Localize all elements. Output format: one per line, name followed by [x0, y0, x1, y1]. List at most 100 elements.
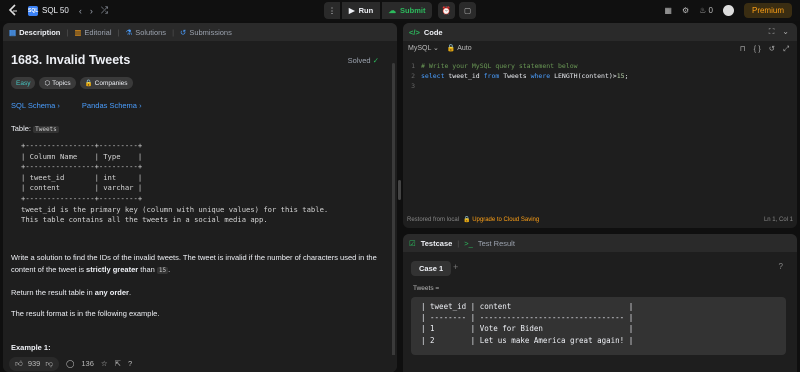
keyword: select [421, 72, 445, 80]
shuffle-icon[interactable]: ⤮ [101, 5, 108, 16]
scrollbar[interactable] [392, 63, 395, 372]
tab-description[interactable]: ▤ Description [9, 28, 60, 37]
bug-icon: ⋮ [328, 6, 336, 15]
leetcode-logo-icon[interactable] [6, 4, 20, 18]
example-heading: Example 1: [11, 342, 51, 352]
book-icon: ▥ [74, 27, 82, 37]
line-number: 2 [411, 72, 415, 80]
fullscreen-icon[interactable]: ⤢ [783, 44, 789, 54]
code-window-controls: ⛶ ⌄ [769, 27, 789, 37]
number-literal: 15 [616, 72, 625, 80]
help-icon[interactable]: ? [128, 359, 132, 368]
tab-editorial[interactable]: ▥ Editorial [74, 28, 111, 37]
layout-grid-icon[interactable]: ▦ [664, 6, 672, 15]
language-select[interactable]: MySQL ⌄ [408, 44, 439, 52]
streak-counter[interactable]: ♨ 0 [699, 6, 713, 15]
tab-divider: | [172, 27, 175, 37]
next-problem-icon[interactable]: › [90, 6, 93, 16]
cloud-upload-icon: ☁ [388, 6, 397, 15]
code-line: 3 [403, 81, 797, 91]
maximize-icon[interactable]: ⛶ [769, 27, 775, 37]
solved-label: Solved [347, 56, 371, 65]
debug-button[interactable]: ⋮ [324, 2, 340, 19]
code-line: 1 # Write your MySQL query statement belo… [403, 61, 797, 71]
thumbs-down-icon[interactable]: 👎︎ [45, 359, 53, 369]
code-icon: </> [409, 27, 420, 37]
help-icon[interactable]: ? [779, 262, 783, 271]
tab-divider: | [457, 238, 460, 248]
code-line: 2 select tweet_id from Tweets where LENGT… [403, 71, 797, 81]
pandas-schema-link[interactable]: Pandas Schema › [82, 101, 142, 110]
tab-divider: | [117, 27, 120, 37]
add-case-icon[interactable]: + [453, 262, 458, 272]
lock-icon: 🔒 [446, 45, 456, 52]
top-right-group: ▦ ⚙ ♨ 0 Premium [664, 2, 792, 19]
tab-submissions[interactable]: ↺ Submissions [180, 28, 232, 37]
tab-label: Submissions [189, 27, 232, 37]
tab-label: Description [19, 27, 61, 37]
chevron-right-icon: › [139, 101, 142, 110]
statement-text: . [168, 265, 171, 275]
statement-code: 15 [156, 267, 169, 275]
tab-testcase[interactable]: Testcase [421, 239, 453, 248]
companies-chip[interactable]: 🔒 Companies [79, 77, 133, 89]
format-statement: The result format is in the following ex… [11, 309, 160, 319]
settings-gear-icon[interactable]: ⚙ [682, 6, 689, 15]
notes-button[interactable]: ▢ [459, 2, 476, 19]
language-bar: MySQL ⌄ 🔒 Auto [408, 44, 472, 52]
document-icon: ▤ [9, 27, 17, 37]
code-editor[interactable]: 1 # Write your MySQL query statement belo… [403, 61, 797, 91]
chevron-right-icon: › [57, 101, 60, 110]
code-comment: # Write your MySQL query statement below [421, 62, 578, 70]
bookmark-icon[interactable]: ⊓ [740, 44, 746, 54]
code-tab-label: Code [423, 27, 443, 37]
problem-statement: Write a solution to find the IDs of the … [11, 252, 389, 278]
sql-schema-link[interactable]: SQL Schema › [11, 101, 60, 110]
chevron-down-icon: ⌄ [433, 45, 439, 52]
collapse-icon[interactable]: ⌄ [782, 27, 789, 37]
submit-button[interactable]: ☁ Submit [382, 2, 432, 19]
submit-label: Submit [400, 6, 426, 15]
table-label: Table: [11, 124, 32, 133]
auto-toggle[interactable]: 🔒 Auto [447, 44, 472, 52]
testcase-panel: ☑ Testcase | >_ Test Result Case 1 + ? T… [403, 234, 797, 372]
case-1-tab[interactable]: Case 1 [411, 261, 452, 276]
tag-chips: Easy ⬡ Topics 🔒 Companies [11, 77, 389, 89]
avatar[interactable] [722, 5, 734, 16]
note-icon: ▢ [463, 6, 472, 15]
comment-icon[interactable]: ◯ [66, 359, 74, 368]
testcase-input[interactable]: | tweet_id | content | | -------- | ----… [411, 297, 786, 355]
testcase-table: | tweet_id | content | | -------- | ----… [421, 302, 634, 345]
star-icon[interactable]: ☆ [101, 359, 108, 368]
share-icon[interactable]: ⇱ [115, 359, 121, 368]
timer-button[interactable]: ⏰ [438, 2, 455, 19]
reset-icon[interactable]: ↺ [769, 44, 775, 54]
topics-chip[interactable]: ⬡ Topics [39, 77, 76, 89]
thumbs-up-icon[interactable]: 👍︎ [15, 359, 23, 369]
check-circle-icon: ✓ [372, 56, 379, 65]
history-icon: ↺ [180, 27, 187, 37]
statement-text: . [128, 287, 132, 297]
prev-problem-icon[interactable]: ‹ [79, 6, 82, 16]
tab-test-result[interactable]: Test Result [478, 239, 515, 248]
panel-resize-handle[interactable] [398, 180, 401, 200]
problem-list-button[interactable]: SQL SQL 50 [28, 5, 69, 16]
alarm-icon: ⏰ [441, 6, 452, 15]
restored-text: Restored from local [407, 216, 460, 223]
return-statement: Return the result table in any order. [11, 287, 389, 300]
tab-solutions[interactable]: ⚗ Solutions [125, 28, 166, 37]
list-icon: SQL [28, 5, 39, 16]
premium-button[interactable]: Premium [743, 3, 792, 18]
run-button[interactable]: ▶ Run [342, 2, 380, 19]
keyword: from [483, 72, 500, 80]
flask-icon: ⚗ [125, 27, 133, 37]
run-label: Run [358, 6, 374, 15]
description-tabs: ▤ Description | ▥ Editorial | ⚗ Solutions |… [3, 23, 397, 41]
code-panel: </> Code ⛶ ⌄ MySQL ⌄ 🔒 Auto ⊓ { } ↺ ⤢ 1 #… [403, 23, 797, 228]
braces-icon[interactable]: { } [754, 44, 761, 54]
chip-label: Topics [52, 79, 71, 87]
upgrade-link[interactable]: 🔒 Upgrade to Cloud Saving [463, 216, 539, 223]
auto-label: Auto [457, 45, 472, 52]
code-header: </> Code [403, 23, 797, 41]
solved-status: Solved ✓ [348, 56, 379, 65]
